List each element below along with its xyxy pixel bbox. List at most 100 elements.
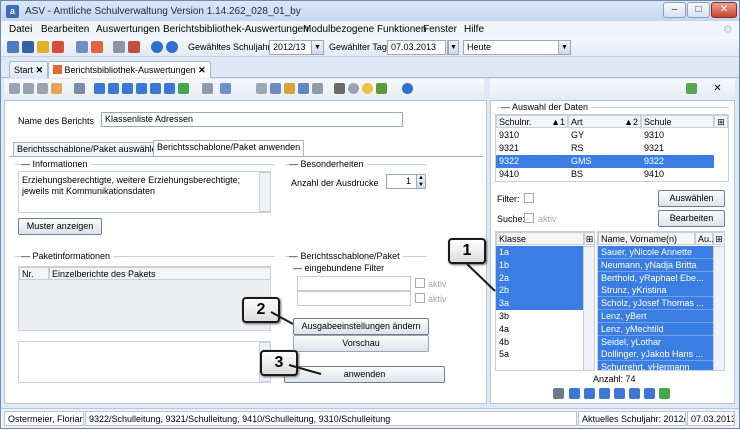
anzahl-stepper[interactable]: ▲ ▼ <box>416 174 426 189</box>
glasses-icon[interactable] <box>334 83 345 94</box>
next-page-icon[interactable] <box>150 83 161 94</box>
klasse-row[interactable]: 4b <box>496 336 583 349</box>
col-schule[interactable]: Schule <box>641 115 714 128</box>
col-name[interactable]: Name, Vorname(n) <box>598 232 695 245</box>
format-icon[interactable] <box>312 83 323 94</box>
schuljahr-select[interactable]: 2012/13 ▼ <box>269 40 324 55</box>
menu-datei[interactable]: Datei <box>9 24 32 35</box>
tab-start[interactable]: Start ✕ <box>9 61 49 78</box>
refresh-icon[interactable] <box>178 83 189 94</box>
schueler-row[interactable]: Seidel, yLothar <box>598 335 713 349</box>
vorschau-button[interactable]: Vorschau <box>293 335 429 352</box>
edit-icon[interactable] <box>298 83 309 94</box>
schueler-row[interactable]: Schurrehrt, yHermann <box>598 361 713 370</box>
name-des-berichts-input[interactable]: Klassenliste Adressen <box>101 112 403 127</box>
menu-modulbezogene[interactable]: Modulbezogene Funktionen <box>303 24 426 35</box>
schueler-row[interactable]: Lenz, yMechtild <box>598 322 713 336</box>
first-record-icon[interactable] <box>569 388 580 399</box>
previous-record-icon[interactable] <box>122 83 133 94</box>
klasse-row[interactable]: 1a <box>496 246 583 259</box>
undo-icon[interactable] <box>23 83 34 94</box>
school-icon[interactable] <box>52 41 64 53</box>
previous-page-icon[interactable] <box>584 388 595 399</box>
klasse-row[interactable]: 5a <box>496 348 583 361</box>
schueler-row[interactable]: Sauer, yNicole Annette <box>598 246 713 259</box>
info-icon[interactable] <box>151 41 163 53</box>
cut-icon[interactable] <box>256 83 267 94</box>
menu-hilfe[interactable]: Hilfe <box>464 24 484 35</box>
delete-icon[interactable] <box>37 83 48 94</box>
column-chooser-icon[interactable]: ⊞ <box>714 115 728 128</box>
col-klasse[interactable]: Klasse <box>496 232 584 245</box>
previous-record-icon[interactable] <box>599 388 610 399</box>
group-icon[interactable] <box>553 388 564 399</box>
tag-select[interactable]: ▼ <box>447 40 459 55</box>
school-row[interactable]: 9322 GMS 9322 <box>496 155 714 168</box>
menu-bearbeiten[interactable]: Bearbeiten <box>41 24 89 35</box>
col-nr[interactable]: Nr. <box>19 267 49 280</box>
next-page-icon[interactable] <box>629 388 640 399</box>
menu-auswertungen[interactable]: Auswertungen <box>96 24 160 35</box>
filter-input-2[interactable] <box>297 291 411 306</box>
schueler-row[interactable]: Dollinger, yJakob Hans ... <box>598 348 713 362</box>
klasse-row[interactable]: 2a <box>496 271 583 285</box>
close-tab-icon[interactable]: ✕ <box>198 65 206 75</box>
minimize-button[interactable]: – <box>663 2 686 18</box>
klasse-scrollbar[interactable] <box>583 246 594 370</box>
teachers-icon[interactable] <box>37 41 49 53</box>
klasse-row[interactable]: 3b <box>496 310 583 323</box>
schueler-scrollbar[interactable] <box>713 246 724 370</box>
close-button[interactable]: ✕ <box>711 2 737 18</box>
schueler-row[interactable]: Scholz, yJosef Thomas ... <box>598 297 713 311</box>
print-icon[interactable] <box>74 83 85 94</box>
klasse-row[interactable]: 3a <box>496 297 583 311</box>
auswaehlen-button[interactable]: Auswählen <box>658 190 725 207</box>
export-excel-icon[interactable] <box>686 83 697 94</box>
filter-aktiv-2-checkbox[interactable] <box>415 293 425 303</box>
last-record-icon[interactable] <box>644 388 655 399</box>
schueler-row[interactable]: Berthold, yRaphael Ebe... <box>598 271 713 285</box>
col-au[interactable]: Au... <box>695 232 717 245</box>
filter-checkbox[interactable] <box>524 193 534 203</box>
next-record-icon[interactable] <box>614 388 625 399</box>
school-row[interactable]: 9310 GY 9310 <box>496 129 714 142</box>
col-art[interactable]: Art ▲2 <box>568 115 641 128</box>
klasse-row[interactable]: 2b <box>496 284 583 298</box>
menu-fenster[interactable]: Fenster <box>423 24 457 35</box>
klasse-row[interactable]: 1b <box>496 258 583 272</box>
maximize-button[interactable]: □ <box>687 2 710 18</box>
klasse-row[interactable]: 4a <box>496 323 583 336</box>
settings-gear-icon[interactable]: ⚙ <box>723 23 733 36</box>
close-tab-icon[interactable]: ✕ <box>36 65 44 75</box>
students-icon[interactable] <box>7 41 19 53</box>
muster-anzeigen-button[interactable]: Muster anzeigen <box>18 218 102 235</box>
paste-icon[interactable] <box>284 83 295 94</box>
schueler-row[interactable]: Strunz, yKristina <box>598 284 713 298</box>
first-record-icon[interactable] <box>94 83 105 94</box>
new-record-icon[interactable] <box>51 83 62 94</box>
filter-aktiv-1-checkbox[interactable] <box>415 278 425 288</box>
anwenden-button[interactable]: anwenden <box>284 366 445 383</box>
school-row[interactable]: 9410 BS 9410 <box>496 168 714 181</box>
next-record-icon[interactable] <box>136 83 147 94</box>
refresh-icon[interactable] <box>659 388 670 399</box>
copy-icon[interactable] <box>113 41 125 53</box>
column-chooser-icon[interactable]: ⊞ <box>713 232 724 245</box>
last-record-icon[interactable] <box>164 83 175 94</box>
tab-berichtsbibliothek[interactable]: Berichtsbibliothek-Auswertungen ✕ <box>48 61 211 78</box>
ausgabeeinstellungen-button[interactable]: Ausgabeeinstellungen ändern <box>293 318 429 335</box>
suche-checkbox[interactable] <box>524 213 534 223</box>
filter-input-1[interactable] <box>297 276 411 291</box>
export-icon[interactable] <box>91 41 103 53</box>
classes-icon[interactable] <box>22 41 34 53</box>
anzahl-ausdrucke-input[interactable]: 1 <box>386 174 418 189</box>
help-icon[interactable] <box>402 83 413 94</box>
school-row[interactable]: 9321 RS 9321 <box>496 142 714 155</box>
previous-page-icon[interactable] <box>108 83 119 94</box>
tag-input[interactable]: 07.03.2013 <box>387 40 446 55</box>
help-icon[interactable] <box>166 41 178 53</box>
col-schulnr[interactable]: Schulnr. ▲1 <box>496 115 568 128</box>
informationen-scrollbar[interactable] <box>259 172 271 212</box>
copy-doc-icon[interactable] <box>270 83 281 94</box>
search-icon[interactable] <box>348 83 359 94</box>
